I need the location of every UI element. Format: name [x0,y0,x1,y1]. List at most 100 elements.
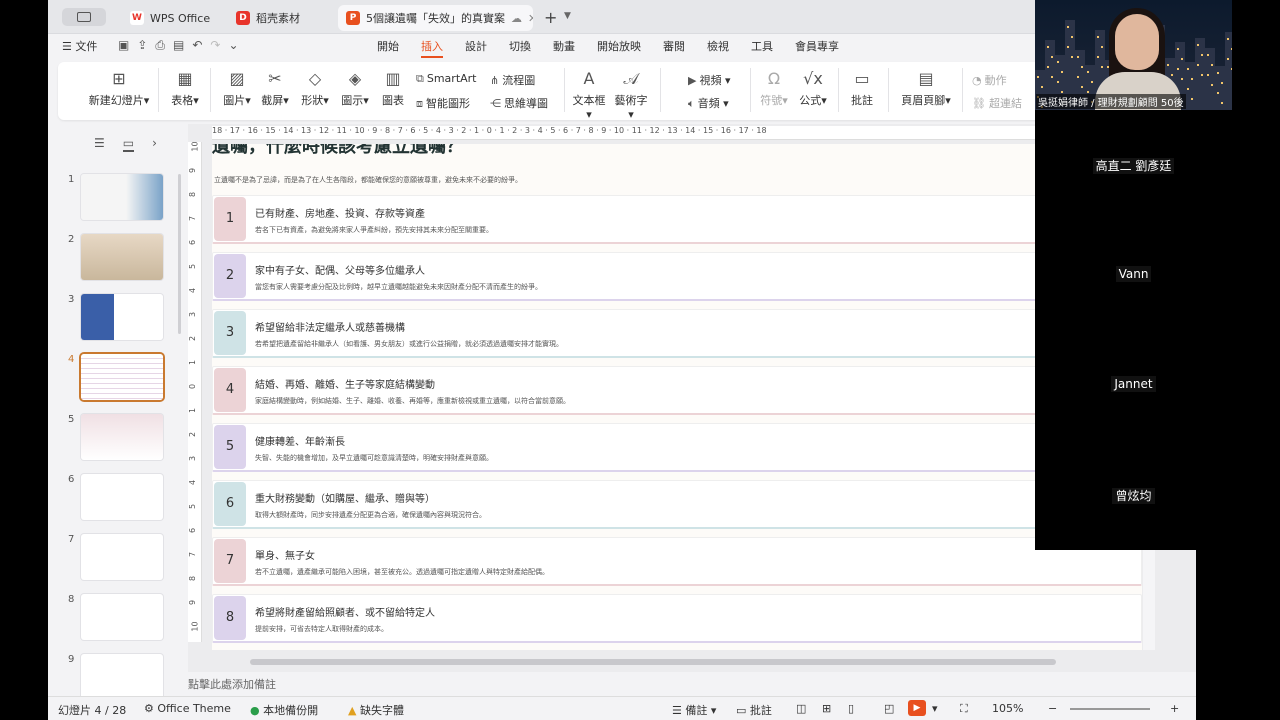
tab-design[interactable]: 設計 [454,38,498,54]
audio-button[interactable]: 🔈︎ 音頻 ▾ [688,95,729,111]
preview-icon[interactable]: ▤ [173,38,184,53]
slide-canvas[interactable]: 遺囑，什麼時候該考慮立遺囑？ 立遺囑不是為了忌諱，而是為了在人生各階段，都能確保… [212,144,1142,650]
flowchart-button[interactable]: ⋔ 流程圖 [490,72,535,88]
reason-card[interactable]: 2 家中有子女、配偶、父母等多位繼承人 當您有家人需要考慮分配及比例時，越早立遺囑越… [212,252,1142,301]
participant-tile[interactable]: 高直二 劉彥廷 [1035,157,1232,174]
ruler-tick-label: 8 [188,191,198,198]
chart-button[interactable]: ▥ 圖表 [380,68,406,108]
tab-presentation[interactable]: P 5個讓遺囑「失效」的真實案 ☁ ✕ [338,5,533,31]
tab-tools[interactable]: 工具 [740,38,784,54]
header-footer-button[interactable]: ▤ 頁眉頁腳▾ [898,68,954,108]
slide-thumbnail[interactable] [81,654,163,700]
screenshot-button[interactable]: ✂ 截屏▾ [258,68,292,108]
slide-thumbnail[interactable] [81,234,163,280]
normal-view-icon[interactable]: ◫ [796,702,806,715]
action-button[interactable]: ◔ 動作 [972,72,1007,88]
notes-toggle[interactable]: ☰ 備註 ▾ [672,702,716,718]
mindmap-button[interactable]: ⋲ 思維導圖 [490,95,548,111]
zoom-level[interactable]: 105% [992,702,1023,715]
icon-button[interactable]: ◈ 圖示▾ [338,68,372,108]
slide-title[interactable]: 遺囑，什麼時候該考慮立遺囑？ [212,144,464,158]
new-slide-button[interactable]: ⊞ 新建幻燈片▾ [84,68,154,108]
hyperlink-label: 超連結 [988,97,1022,110]
close-icon[interactable]: ✕ [528,12,533,25]
slide-view-icon[interactable]: ▭ [122,136,135,152]
window-light [1061,91,1063,93]
outline-view-icon[interactable]: ☰ [94,136,105,152]
slide-thumbnail[interactable] [81,354,163,400]
comments-toggle[interactable]: ▭ 批註 [736,702,772,718]
undo-icon[interactable]: ↶ [192,38,202,53]
slide-horizontal-scrollbar[interactable] [212,656,1142,666]
chevron-right-icon[interactable]: › [152,136,157,152]
tab-review[interactable]: 審閱 [652,38,696,54]
participant-tile[interactable]: Vann [1035,266,1232,282]
thumbnail-scrollbar[interactable] [178,174,181,334]
reason-card[interactable]: 6 重大財務變動（如購屋、繼承、贈與等） 取得大額財產時，同步安排遺產分配更為合適，… [212,480,1142,529]
comment-button[interactable]: ▭ 批註 [848,68,876,108]
chevron-down-icon[interactable]: ▼ [564,11,571,21]
notes-placeholder[interactable]: 點擊此處添加備註 [188,676,276,692]
theme-indicator[interactable]: ⚙︎ Office Theme [144,702,231,715]
tab-home[interactable]: 開始 [366,38,410,54]
sidebar-toggle-button[interactable] [62,8,106,26]
tab-transitions[interactable]: 切換 [498,38,542,54]
chevron-down-icon[interactable]: ⌄ [228,38,238,53]
symbol-button[interactable]: Ω 符號▾ [758,68,790,108]
fit-window-icon[interactable]: ⛶ [960,702,968,716]
slide-thumbnail[interactable] [81,294,163,340]
wordart-button[interactable]: 𝒜 藝術字▾ [612,68,650,121]
save-icon[interactable]: ▣ [118,38,129,53]
tab-insert[interactable]: 插入 [410,38,454,58]
redo-icon[interactable]: ↷ [210,38,220,53]
file-menu[interactable]: ☰ 文件 [62,38,97,54]
textbox-button[interactable]: A 文本框▾ [570,68,608,121]
reason-card[interactable]: 4 結婚、再婚、離婚、生子等家庭結構變動 家庭結構變動時，例如結婚、生子、離婚、收養… [212,366,1142,415]
slide-thumbnail[interactable] [81,174,163,220]
play-slideshow-button[interactable]: ▶ [908,700,926,716]
reason-card[interactable]: 8 希望將財產留給照顧者、或不留給特定人 提前安排，可省去特定人取得財產的成本。 [212,594,1142,643]
slide-thumbnail[interactable] [81,594,163,640]
video-call-icon[interactable]: ◰ [884,702,894,715]
tab-view[interactable]: 檢視 [696,38,740,54]
reason-card[interactable]: 5 健康轉差、年齡漸長 失智、失能的機會增加，及早立遺囑可趁意識清楚時，明確安排財產… [212,423,1142,472]
new-tab-button[interactable]: + [544,8,557,27]
slide-intro[interactable]: 立遺囑不是為了忌諱，而是為了在人生各階段，都能確保您的意願被尊重，避免未來不必要… [214,175,522,185]
scroll-thumb[interactable] [250,659,1056,665]
sorter-view-icon[interactable]: ⊞ [822,702,831,715]
window-light [1067,26,1069,28]
print-icon[interactable]: ⎙ [155,38,165,53]
tab-slideshow[interactable]: 開始放映 [586,38,652,54]
smartart-button[interactable]: ⧉ SmartArt [416,72,477,86]
participant-tile[interactable]: 曾炫均 [1035,487,1232,504]
zoom-slider[interactable] [1070,708,1150,710]
backup-icon: ● [250,704,264,717]
textbox-label: 文本框 [572,94,606,107]
smart-shape-button[interactable]: ⧈ 智能圖形 [416,95,470,111]
tab-member[interactable]: 會員專享 [784,38,850,54]
participant-tile[interactable]: Jannet [1035,376,1232,392]
zoom-in-button[interactable]: + [1170,702,1179,715]
reason-card[interactable]: 1 已有財產、房地產、投資、存款等資產 若名下已有資產，為避免將來家人爭產糾紛，預先… [212,195,1142,244]
slide-thumbnail[interactable] [81,534,163,580]
tab-docer[interactable]: D 稻壳素材 [228,5,332,31]
shape-button[interactable]: ◇ 形狀▾ [298,68,332,108]
formula-button[interactable]: √x 公式▾ [796,68,830,108]
share-icon[interactable]: ⇪ [137,38,147,53]
reading-view-icon[interactable]: ▯ [848,702,854,715]
table-button[interactable]: ▦ 表格▾ [168,68,202,108]
slide-thumbnail[interactable] [81,474,163,520]
reason-card[interactable]: 7 單身、無子女 若不立遺囑，遺產繼承可能陷入困境，甚至被充公。透過遺囑可指定遺贈人… [212,537,1142,586]
tab-wps-office[interactable]: W WPS Office [122,5,226,31]
hyperlink-button[interactable]: ⛓︎ 超連結 [972,95,1022,111]
missing-font-indicator[interactable]: ▲ 缺失字體 [348,702,404,718]
tab-animations[interactable]: 動畫 [542,38,586,54]
slide-thumbnail[interactable] [81,414,163,460]
video-button[interactable]: ▶ 視頻 ▾ [688,72,731,88]
zoom-out-button[interactable]: − [1048,702,1057,715]
backup-indicator[interactable]: ● 本地備份開 [250,702,318,718]
reason-card[interactable]: 3 希望留給非法定繼承人或慈善機構 若希望把遺產留給非繼承人（如看護、男女朋友）或進… [212,309,1142,358]
picture-button[interactable]: ▨ 圖片▾ [218,68,256,108]
chevron-down-icon[interactable]: ▾ [932,702,938,715]
window-light [1041,86,1043,88]
